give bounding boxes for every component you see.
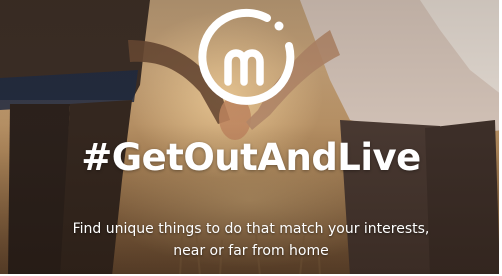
hero-tagline: Find unique things to do that match your… [30, 218, 472, 262]
tagline-line-2: near or far from home [173, 243, 329, 259]
tagline-line-1: Find unique things to do that match your… [72, 221, 430, 237]
hero-banner: #GetOutAndLive Find unique things to do … [0, 0, 502, 276]
hero-headline: #GetOutAndLive [81, 136, 421, 179]
meetup-logo-icon [198, 8, 295, 105]
